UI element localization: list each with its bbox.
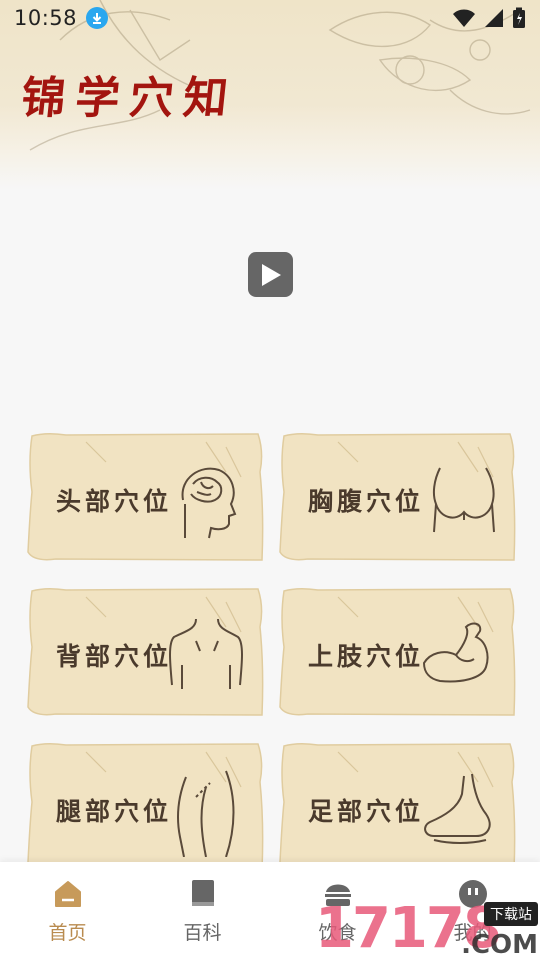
head-brain-icon	[181, 467, 237, 539]
card-chest-acupoints[interactable]: 胸腹穴位	[278, 432, 516, 562]
chest-icon	[432, 467, 495, 533]
video-player[interactable]	[0, 190, 540, 410]
status-time: 10:58	[14, 6, 78, 30]
card-label: 胸腹穴位	[308, 487, 425, 516]
back-icon	[169, 618, 243, 689]
card-head-acupoints[interactable]: 头部穴位	[26, 432, 264, 562]
leg-icon	[177, 770, 235, 857]
book-icon	[191, 880, 214, 906]
card-leg-acupoints[interactable]: 腿部穴位	[26, 742, 264, 872]
foot-icon	[424, 773, 491, 844]
home-icon	[54, 881, 81, 907]
watermark-suffix: .COM	[461, 930, 538, 960]
signal-icon	[485, 9, 503, 27]
site-watermark: 17178 下载站 .COM	[315, 898, 540, 960]
watermark-tag: 下载站	[484, 902, 538, 926]
arm-muscle-icon	[422, 622, 489, 683]
card-label: 上肢穴位	[308, 642, 425, 671]
app-title: 锦学穴知	[18, 73, 241, 124]
nav-item-home[interactable]: 首页	[0, 862, 135, 960]
nav-item-encyclopedia[interactable]: 百科	[135, 862, 270, 960]
card-foot-acupoints[interactable]: 足部穴位	[278, 742, 516, 872]
wifi-icon	[453, 9, 475, 27]
card-label: 头部穴位	[56, 487, 173, 516]
play-icon[interactable]	[248, 252, 293, 297]
battery-icon	[513, 7, 525, 28]
card-arm-acupoints[interactable]: 上肢穴位	[278, 587, 516, 717]
nav-label-home: 首页	[48, 922, 87, 944]
nav-label-encyclopedia: 百科	[183, 922, 222, 944]
download-icon	[86, 7, 109, 29]
card-label: 足部穴位	[308, 797, 425, 826]
card-back-acupoints[interactable]: 背部穴位	[26, 587, 264, 717]
card-label: 腿部穴位	[56, 797, 173, 826]
card-label: 背部穴位	[56, 642, 173, 671]
status-bar: 10:58	[0, 0, 540, 36]
